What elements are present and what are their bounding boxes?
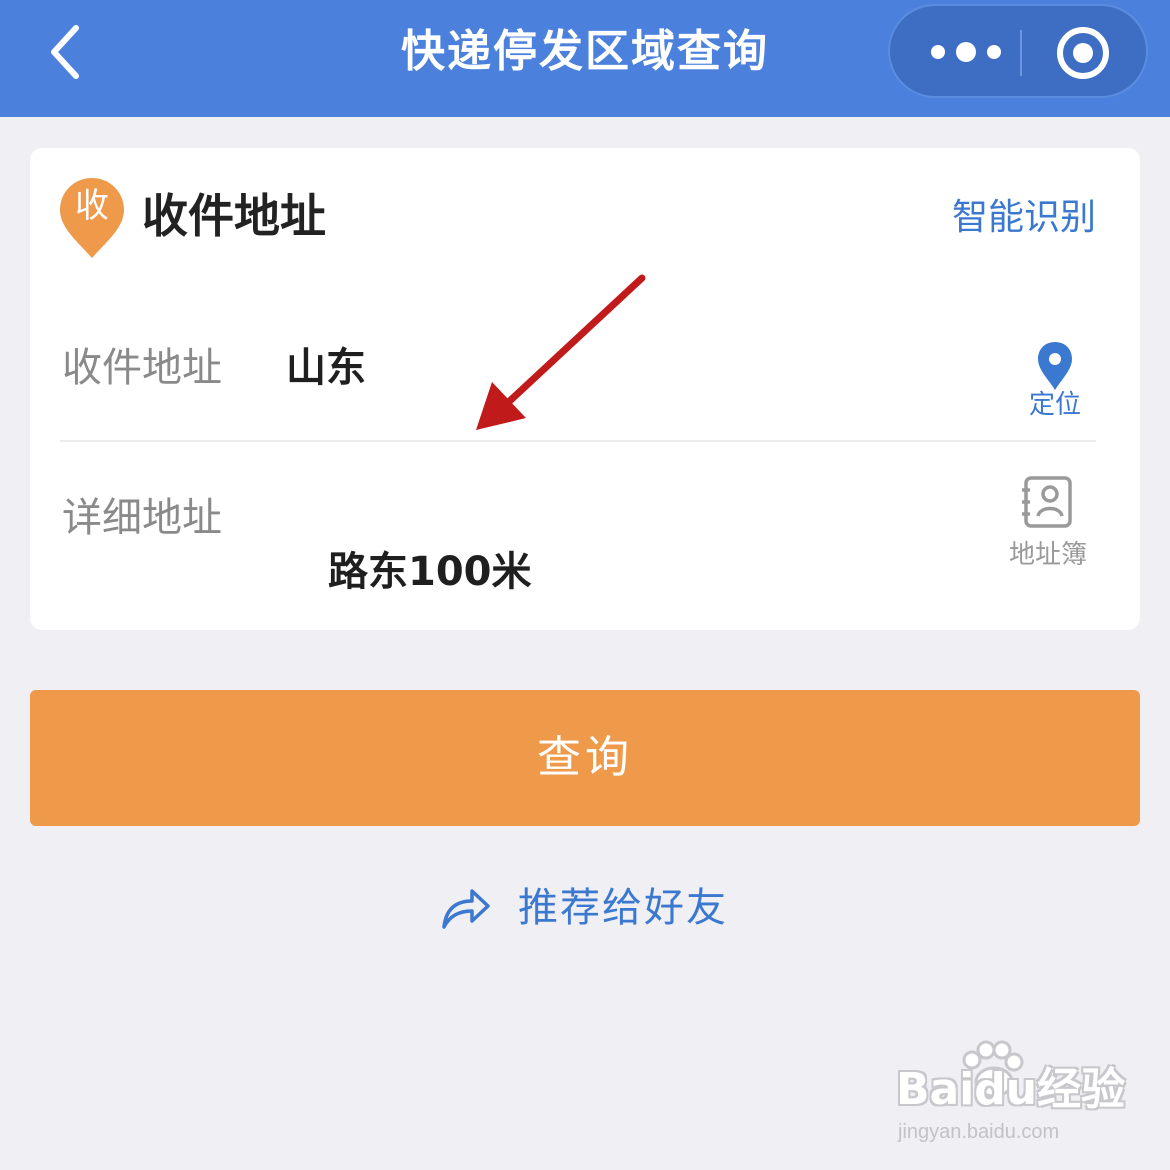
address-book-label: 地址簿 bbox=[1008, 540, 1087, 570]
share-label: 推荐给好友 bbox=[518, 885, 728, 931]
more-dots-icon bbox=[931, 42, 1001, 62]
recommend-to-friend-link[interactable]: 推荐给好友 bbox=[440, 878, 728, 938]
capsule-separator bbox=[1020, 30, 1022, 76]
address-label: 收件地址 bbox=[62, 345, 222, 391]
address-book-button[interactable]: 地址簿 bbox=[1000, 474, 1096, 574]
share-arrow-icon bbox=[442, 889, 490, 929]
address-book-icon bbox=[1022, 476, 1072, 528]
smart-recognize-link[interactable]: 智能识别 bbox=[952, 194, 1096, 242]
detail-address-input[interactable]: 路东100米 bbox=[328, 546, 532, 598]
baidu-watermark: Baidu经验 jingyan.baidu.com bbox=[896, 1040, 1146, 1150]
location-pin-icon bbox=[1038, 342, 1072, 390]
address-card: 收 收件地址 智能识别 收件地址 山东 定位 详细地址 路东100米 地址簿 bbox=[30, 148, 1140, 630]
watermark-url: jingyan.baidu.com bbox=[898, 1121, 1060, 1143]
locate-label: 定位 bbox=[1028, 390, 1081, 420]
mini-program-capsule bbox=[888, 4, 1148, 98]
target-close-icon bbox=[1057, 27, 1109, 79]
receiver-badge-letter: 收 bbox=[75, 186, 109, 226]
locate-button[interactable]: 定位 bbox=[1020, 340, 1090, 420]
more-button[interactable] bbox=[916, 24, 1016, 80]
card-title: 收件地址 bbox=[142, 189, 326, 243]
nav-bar: 快递停发区域查询 bbox=[0, 0, 1170, 117]
row-divider bbox=[60, 440, 1096, 442]
query-button[interactable]: 查询 bbox=[30, 690, 1140, 826]
watermark-brand: Baidu经验 bbox=[896, 1064, 1126, 1115]
detail-address-label: 详细地址 bbox=[62, 495, 222, 541]
close-button[interactable] bbox=[1050, 20, 1116, 86]
address-input[interactable]: 山东 bbox=[286, 342, 366, 394]
